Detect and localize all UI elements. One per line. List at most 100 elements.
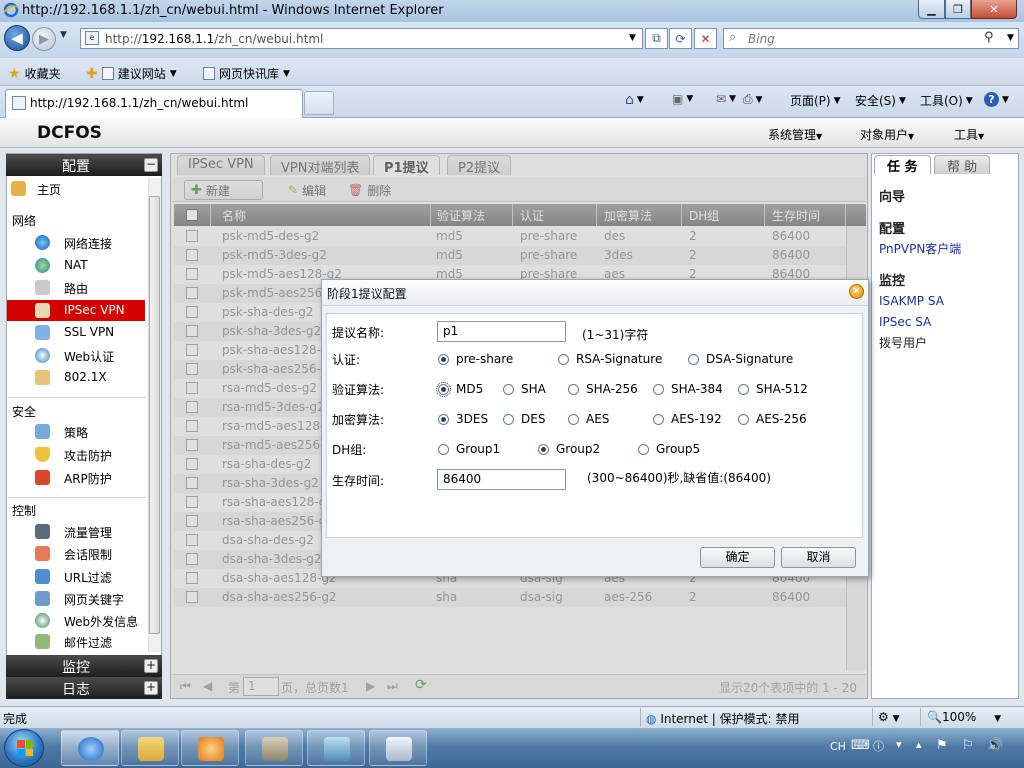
hash-radio-sha256[interactable]: SHA-256 xyxy=(568,381,638,397)
search-dropdown-icon[interactable]: ▼ xyxy=(1007,33,1014,43)
address-input[interactable]: e http://192.168.1.1/zh_cn/webui.html ▼ xyxy=(80,28,643,49)
sidebar-item-web-outbound[interactable]: Web外发信息 xyxy=(7,610,145,631)
menu-tools[interactable]: 工具▼ xyxy=(954,126,984,143)
hash-radio-sha[interactable]: SHA xyxy=(503,381,546,397)
expand-icon[interactable]: + xyxy=(144,659,158,673)
sidebar-item-web-auth[interactable]: Web认证 xyxy=(7,345,145,366)
sidebar-item-session-limit[interactable]: 会话限制 xyxy=(7,543,145,564)
sidebar-item-8021x[interactable]: 802.1X xyxy=(7,367,145,388)
dh-radio-group2[interactable]: Group2 xyxy=(538,441,600,457)
enc-radio-des[interactable]: DES xyxy=(503,411,545,427)
sidebar-item-arp-defense[interactable]: ARP防护 xyxy=(7,467,145,488)
auth-radio-pre-share[interactable]: pre-share xyxy=(438,351,513,367)
sidebar-item-mail-filter[interactable]: 邮件过滤 xyxy=(7,631,145,652)
sidebar-item-routing[interactable]: 路由 xyxy=(7,277,145,298)
refresh-icon[interactable]: ⟳ xyxy=(669,28,692,49)
menu-system-admin[interactable]: 系统管理▼ xyxy=(768,126,822,143)
ok-button[interactable]: 确定 xyxy=(700,547,775,568)
taskbar-app-1[interactable] xyxy=(245,730,303,766)
safety-menu[interactable]: 安全(S) ▼ xyxy=(855,92,906,109)
taskbar-media-player[interactable] xyxy=(181,730,239,766)
sidebar-item-network-connection[interactable]: 网络连接 xyxy=(7,232,145,253)
proposal-name-input[interactable]: p1 xyxy=(437,321,566,342)
action-center-icon[interactable]: ⚑ xyxy=(936,738,948,753)
search-icon[interactable]: ⚲ xyxy=(984,30,994,45)
menu-objects-users[interactable]: 对象用户▼ xyxy=(860,126,914,143)
sidebar-item-web-keyword[interactable]: 网页关键字 xyxy=(7,588,145,609)
suggested-sites-button[interactable]: ✚ 建议网站 ▼ xyxy=(86,65,177,82)
web-slice-gallery-button[interactable]: 网页快讯库 ▼ xyxy=(203,65,290,82)
close-button[interactable]: ✕ xyxy=(971,0,1017,19)
sidebar-header-config[interactable]: 配置 − xyxy=(6,154,162,176)
taskbar-explorer[interactable] xyxy=(121,730,179,766)
browser-tab[interactable]: http://192.168.1.1/zh_cn/webui.html xyxy=(5,89,303,118)
back-button[interactable]: ◀ xyxy=(4,25,30,51)
print-button[interactable]: ⎙ ▼ xyxy=(743,92,763,107)
enc-radio-aes192[interactable]: AES-192 xyxy=(653,411,722,427)
link-ipsec-sa[interactable]: IPSec SA xyxy=(879,315,931,329)
start-button[interactable] xyxy=(4,729,44,767)
tab-help[interactable]: 帮 助 xyxy=(934,155,991,175)
auth-radio-dsa[interactable]: DSA-Signature xyxy=(688,351,793,367)
taskbar-ie[interactable] xyxy=(61,730,119,766)
feeds-button[interactable]: ▣ ▼ xyxy=(672,92,693,106)
favorites-button[interactable]: ★ 收藏夹 xyxy=(8,65,61,82)
language-indicator[interactable]: CH xyxy=(830,740,846,753)
home-button[interactable]: ⌂ ▼ xyxy=(625,92,644,108)
zoom-button[interactable]: 🔍100% ▼ xyxy=(927,710,1001,724)
sidebar-item-traffic[interactable]: 流量管理 xyxy=(7,521,145,542)
compatibility-view-icon[interactable]: ⧉ xyxy=(645,28,668,49)
lifetime-input[interactable]: 86400 xyxy=(437,469,566,490)
sidebar-header-log[interactable]: 日志 + xyxy=(6,677,162,699)
enc-radio-aes[interactable]: AES xyxy=(568,411,609,427)
forward-button[interactable]: ▶ xyxy=(32,27,56,51)
taskbar-app-2[interactable] xyxy=(307,730,365,766)
enc-radio-aes256[interactable]: AES-256 xyxy=(738,411,807,427)
link-pnpvpn-client[interactable]: PnPVPN客户端 xyxy=(879,240,961,257)
hash-radio-sha512[interactable]: SHA-512 xyxy=(738,381,808,397)
stop-icon[interactable]: ✕ xyxy=(694,28,717,49)
popup-settings-button[interactable]: ⚙ ▼ xyxy=(878,710,900,724)
link-dialup-users[interactable]: 拨号用户 xyxy=(879,334,927,351)
new-tab-button[interactable] xyxy=(304,91,334,115)
chevron-down-icon: ▼ xyxy=(816,132,823,141)
dialog-close-icon[interactable]: ✕ xyxy=(849,284,864,299)
sidebar-item-policy[interactable]: 策略 xyxy=(7,421,145,442)
tray-arrow-icon[interactable]: ▴ xyxy=(916,738,922,751)
maximize-button[interactable]: ❐ xyxy=(945,0,971,19)
address-dropdown-icon[interactable]: ▼ xyxy=(629,33,636,43)
auth-radio-rsa[interactable]: RSA-Signature xyxy=(558,351,662,367)
dh-radio-group1[interactable]: Group1 xyxy=(438,441,500,457)
expand-icon[interactable]: + xyxy=(144,681,158,695)
sidebar-item-ssl-vpn[interactable]: SSL VPN xyxy=(7,322,145,343)
history-dropdown-icon[interactable]: ▼ xyxy=(60,30,67,40)
sidebar-item-nat[interactable]: NAT xyxy=(7,255,145,276)
collapse-icon[interactable]: − xyxy=(144,158,158,172)
sidebar-item-ipsec-vpn[interactable]: IPSec VPN xyxy=(7,300,145,321)
tab-tasks[interactable]: 任 务 xyxy=(874,155,931,175)
network-icon[interactable]: ⚐ xyxy=(962,738,974,753)
zone-status[interactable]: ◍ Internet | 保护模式: 禁用 xyxy=(646,710,800,727)
mail-button[interactable]: ✉ ▼ xyxy=(716,92,736,106)
taskbar-app-3[interactable] xyxy=(369,730,427,766)
sidebar-header-monitor[interactable]: 监控 + xyxy=(6,655,162,677)
enc-radio-3des[interactable]: 3DES xyxy=(438,411,488,427)
tools-menu[interactable]: 工具(O) ▼ xyxy=(920,92,973,109)
sidebar-item-url-filter[interactable]: URL过滤 xyxy=(7,566,145,587)
page-menu[interactable]: 页面(P) ▼ xyxy=(790,92,841,109)
minimize-button[interactable]: ▁ xyxy=(918,0,945,19)
hash-radio-sha384[interactable]: SHA-384 xyxy=(653,381,723,397)
search-input[interactable]: ⌕ Bing ⚲ ▼ xyxy=(723,28,1019,49)
sidebar-item-attack-defense[interactable]: 攻击防护 xyxy=(7,444,145,465)
help-icon[interactable]: ⓘ xyxy=(873,738,884,754)
keyboard-icon[interactable]: ⌨ xyxy=(851,738,870,753)
dh-radio-group5[interactable]: Group5 xyxy=(638,441,700,457)
sidebar-scroll-thumb[interactable] xyxy=(149,196,160,634)
hash-radio-md5[interactable]: MD5 xyxy=(436,381,483,397)
chevron-down-icon[interactable]: ▾ xyxy=(896,738,902,751)
cancel-button[interactable]: 取消 xyxy=(781,547,856,568)
help-button[interactable]: ? ▼ xyxy=(984,92,1009,107)
sidebar-item-home[interactable]: 主页 xyxy=(7,178,145,199)
link-isakmp-sa[interactable]: ISAKMP SA xyxy=(879,294,944,308)
volume-icon[interactable]: 🔊 xyxy=(987,738,1003,753)
